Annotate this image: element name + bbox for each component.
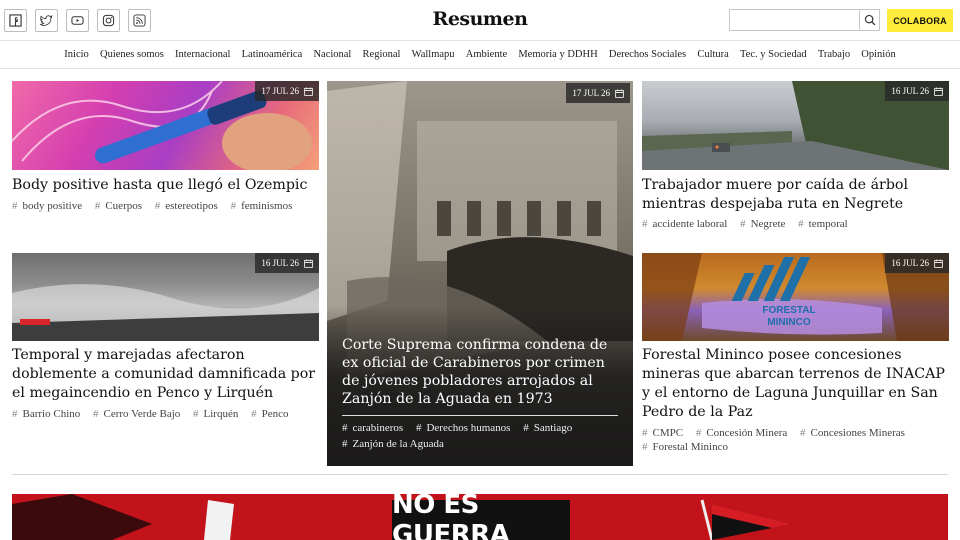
article-title[interactable]: Trabajador muere por caída de árbol mien… (642, 176, 949, 214)
article-tags: # CMPC # Concesión Minera # Concesiones Min… (642, 426, 949, 454)
article-card-temporal: 16 JUL 26 Temporal y marejadas afectaron… (12, 253, 319, 423)
svg-text:MININCO: MININCO (767, 317, 811, 328)
nav-item-opinion[interactable]: Opinión (856, 49, 902, 60)
featured-divider (342, 415, 618, 416)
tag-link[interactable]: # estereotipos (155, 200, 223, 212)
banner-headline: NO ES GUERRA (392, 494, 570, 540)
nav-item-wallmapu[interactable]: Wallmapu (406, 49, 460, 60)
tag-link[interactable]: # feminismos (231, 200, 298, 212)
tag-link[interactable]: # Derechos humanos (416, 422, 516, 434)
article-title[interactable]: Forestal Mininco posee concesiones miner… (642, 346, 949, 422)
article-card-ozempic: 17 JUL 26 Body positive hasta que llegó … (12, 81, 319, 216)
nav-item-nacional[interactable]: Nacional (308, 49, 357, 60)
calendar-icon (934, 258, 943, 268)
article-card-mininco: FORESTAL MININCO 16 JUL 26 Forestal Mini… (642, 253, 949, 458)
nav-item-regional[interactable]: Regional (357, 49, 406, 60)
nav-item-internacional[interactable]: Internacional (169, 49, 236, 60)
tag-link[interactable]: # Penco (251, 408, 293, 420)
date-badge: 16 JUL 26 (885, 253, 949, 273)
article-image[interactable]: 17 JUL 26 (12, 81, 319, 170)
promo-banner[interactable]: NO ES GUERRA (12, 494, 948, 540)
tag-link[interactable]: # Lirquén (193, 408, 243, 420)
nav-item-inicio[interactable]: Inicio (59, 49, 95, 60)
article-image[interactable]: 16 JUL 26 (12, 253, 319, 341)
featured-tags: # carabineros # Derechos humanos # Santiago… (342, 420, 622, 452)
main-nav: Inicio Quienes somos Internacional Latin… (0, 41, 960, 69)
date-badge: 17 JUL 26 (255, 81, 319, 101)
article-tags: # Barrio Chino # Cerro Verde Bajo # Lirquén… (12, 407, 319, 421)
tag-link[interactable]: # Concesiones Mineras (800, 427, 910, 439)
tag-link[interactable]: # carabineros (342, 422, 408, 434)
search-box (729, 9, 880, 31)
search-icon (864, 14, 875, 26)
svg-text:FORESTAL: FORESTAL (762, 305, 815, 316)
date-badge: 16 JUL 26 (255, 253, 319, 273)
calendar-icon (304, 258, 313, 268)
tag-link[interactable]: # Forestal Mininco (642, 441, 733, 453)
tag-link[interactable]: # Cuerpos (95, 200, 147, 212)
calendar-icon (934, 86, 943, 96)
tag-link[interactable]: # CMPC (642, 427, 688, 439)
featured-title[interactable]: Corte Suprema confirma condena de ex ofi… (342, 336, 622, 408)
site-header: Resumen COLABORA (0, 0, 960, 41)
nav-item-trabajo[interactable]: Trabajo (812, 49, 855, 60)
nav-item-derechos-sociales[interactable]: Derechos Sociales (603, 49, 691, 60)
article-card-trabajador: 16 JUL 26 Trabajador muere por caída de … (642, 81, 949, 236)
nav-item-latinoamerica[interactable]: Latinoamérica (236, 49, 308, 60)
nav-item-ambiente[interactable]: Ambiente (460, 49, 513, 60)
article-tags: # body positive # Cuerpos # estereotipos # f… (12, 199, 319, 213)
article-tags: # accidente laboral # Negrete # temporal (642, 217, 949, 231)
tag-link[interactable]: # Cerro Verde Bajo (93, 408, 185, 420)
tag-link[interactable]: # Barrio Chino (12, 408, 85, 420)
featured-article-card[interactable]: 17 JUL 26 Corte Suprema confirma condena… (327, 81, 633, 466)
nav-item-cultura[interactable]: Cultura (692, 49, 735, 60)
nav-item-memoria-ddhh[interactable]: Memoria y DDHH (513, 49, 604, 60)
date-badge: 16 JUL 26 (885, 81, 949, 101)
tag-link[interactable]: # temporal (798, 218, 853, 230)
tag-link[interactable]: # Concesión Minera (696, 427, 792, 439)
article-title[interactable]: Temporal y marejadas afectaron doblement… (12, 346, 319, 403)
date-badge: 17 JUL 26 (566, 83, 630, 103)
calendar-icon (304, 86, 313, 96)
mininco-logo (731, 257, 811, 301)
article-image[interactable]: FORESTAL MININCO 16 JUL 26 (642, 253, 949, 341)
tag-link[interactable]: # Negrete (740, 218, 790, 230)
section-divider (12, 474, 948, 475)
article-image[interactable]: 16 JUL 26 (642, 81, 949, 170)
nav-item-tec-sociedad[interactable]: Tec. y Sociedad (734, 49, 812, 60)
tag-link[interactable]: # Santiago (523, 422, 577, 434)
nav-item-quienes-somos[interactable]: Quienes somos (94, 49, 169, 60)
search-input[interactable] (730, 10, 859, 30)
colabora-button[interactable]: COLABORA (887, 9, 953, 32)
article-title[interactable]: Body positive hasta que llegó el Ozempic (12, 176, 319, 195)
calendar-icon (615, 88, 624, 98)
search-button[interactable] (859, 10, 879, 30)
tag-link[interactable]: # accidente laboral (642, 218, 732, 230)
tag-link[interactable]: # Zanjón de la Aguada (342, 438, 449, 450)
tag-link[interactable]: # body positive (12, 200, 87, 212)
